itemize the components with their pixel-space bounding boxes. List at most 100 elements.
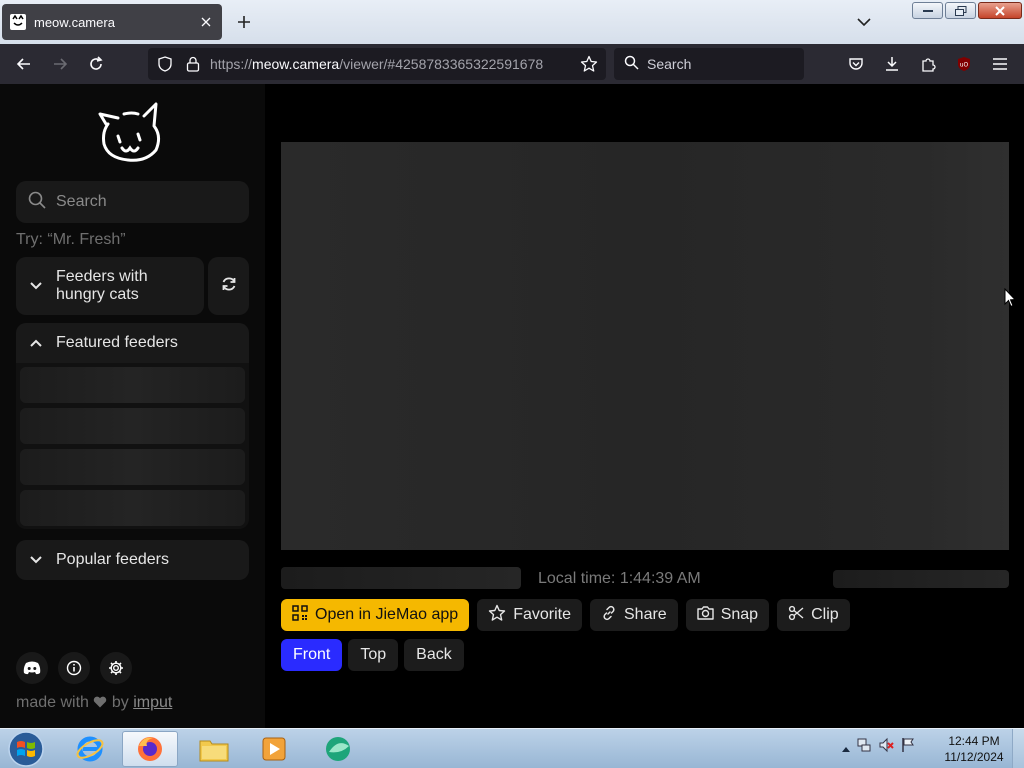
cat-favicon-icon — [10, 14, 26, 30]
start-button[interactable] — [4, 730, 48, 768]
sidebar: Try: “Mr. Fresh” Feeders with hungry cat… — [0, 84, 265, 728]
loading-placeholder — [20, 367, 245, 403]
refresh-icon — [221, 276, 237, 297]
made-with-text: made with — [16, 694, 89, 711]
svg-text:uO: uO — [960, 62, 969, 69]
loading-placeholder — [20, 449, 245, 485]
media-player-icon[interactable] — [246, 731, 302, 767]
clock-date: 11/12/2024 — [944, 750, 1004, 764]
show-hidden-icons-chevron-icon[interactable] — [842, 739, 850, 757]
internet-explorer-icon[interactable] — [62, 731, 118, 767]
forward-arrow-icon[interactable] — [46, 50, 74, 78]
windows-taskbar: 12:44 PM 11/12/2024 — [0, 728, 1024, 768]
windows-logo-icon — [8, 731, 44, 767]
popular-feeders-label: Popular feeders — [56, 551, 169, 568]
url-path: /viewer/#4258783365322591678 — [339, 56, 544, 72]
close-window-icon[interactable] — [978, 2, 1022, 19]
local-time: Local time: 1:44:39 AM — [538, 570, 701, 587]
settings-gear-icon[interactable] — [100, 652, 132, 684]
action-center-flag-icon[interactable] — [900, 737, 916, 758]
tracking-protection-shield-icon[interactable] — [148, 56, 182, 72]
volume-muted-icon[interactable] — [878, 737, 894, 758]
url-scheme: https:// — [210, 56, 253, 72]
loading-placeholder — [20, 490, 245, 526]
browser-search-box[interactable]: Search — [614, 48, 804, 80]
snap-button[interactable]: Snap — [685, 599, 770, 631]
open-in-jiemao-label: Open in JieMao app — [315, 606, 459, 623]
scissors-icon — [788, 605, 804, 626]
taskbar-clock[interactable]: 12:44 PM 11/12/2024 — [940, 733, 1008, 765]
info-icon[interactable] — [58, 652, 90, 684]
star-icon — [488, 604, 506, 627]
window-controls — [912, 2, 1022, 19]
reload-icon[interactable] — [82, 50, 110, 78]
page-content: Try: “Mr. Fresh” Feeders with hungry cat… — [0, 84, 1024, 728]
featured-feeders-list — [16, 363, 249, 529]
clip-button[interactable]: Clip — [777, 599, 850, 631]
address-bar[interactable]: https:// meow.camera /viewer/#4258783365… — [148, 48, 606, 80]
camera-video-player[interactable] — [281, 142, 1009, 550]
restore-icon[interactable] — [945, 2, 976, 19]
ublock-origin-icon[interactable]: uO — [950, 50, 978, 78]
bookmark-star-icon[interactable] — [580, 55, 598, 76]
close-tab-icon[interactable] — [194, 10, 218, 34]
system-tray — [842, 737, 916, 758]
discord-icon[interactable] — [16, 652, 48, 684]
feeder-search-input[interactable] — [56, 193, 226, 211]
meow-camera-logo-icon[interactable] — [98, 102, 166, 164]
show-desktop-button[interactable] — [1012, 729, 1024, 768]
search-icon — [28, 191, 46, 214]
viewer-action-bar: Open in JieMao app Favorite Share Snap C… — [281, 599, 850, 631]
link-icon — [601, 605, 617, 626]
made-with-credit: made with by imput — [16, 694, 172, 712]
feeder-info-row: Local time: 1:44:39 AM — [281, 567, 1009, 589]
hungry-cats-section-toggle[interactable]: Feeders with hungry cats — [16, 257, 204, 315]
pocket-icon[interactable] — [842, 50, 870, 78]
camera-view-selector: Front Top Back — [281, 639, 464, 671]
mouse-cursor-icon — [1004, 287, 1017, 313]
feeder-search-box[interactable] — [16, 181, 249, 223]
url-host: meow.camera — [252, 56, 340, 72]
app-globe-icon[interactable] — [310, 731, 366, 767]
new-tab-icon[interactable] — [232, 10, 256, 34]
firefox-taskbar-icon[interactable] — [122, 731, 178, 767]
view-top-button[interactable]: Top — [348, 639, 399, 671]
downloads-icon[interactable] — [878, 50, 906, 78]
lock-icon[interactable] — [182, 56, 204, 72]
minimize-icon[interactable] — [912, 2, 943, 19]
clip-label: Clip — [811, 606, 839, 623]
browser-tab[interactable]: meow.camera — [2, 4, 222, 40]
chevron-down-icon — [30, 551, 42, 569]
view-back-button[interactable]: Back — [404, 639, 464, 671]
share-label: Share — [624, 606, 667, 623]
file-explorer-icon[interactable] — [186, 731, 242, 767]
hamburger-menu-icon[interactable] — [986, 50, 1014, 78]
feeder-status-placeholder — [833, 570, 1009, 588]
browser-search-placeholder: Search — [647, 56, 692, 72]
back-arrow-icon[interactable] — [10, 50, 38, 78]
list-all-tabs-icon[interactable] — [852, 10, 876, 34]
view-front-button[interactable]: Front — [281, 639, 343, 671]
by-text: by — [111, 694, 129, 711]
search-hint: Try: “Mr. Fresh” — [16, 231, 126, 248]
heart-icon — [93, 694, 111, 711]
snap-label: Snap — [720, 606, 759, 623]
sidebar-footer-icons — [16, 652, 132, 684]
share-button[interactable]: Share — [590, 599, 678, 631]
extensions-puzzle-icon[interactable] — [914, 50, 942, 78]
network-icon[interactable] — [856, 737, 872, 758]
favorite-label: Favorite — [513, 606, 571, 623]
popular-feeders-section-toggle[interactable]: Popular feeders — [16, 540, 249, 580]
qr-code-icon — [292, 604, 308, 626]
open-in-jiemao-button[interactable]: Open in JieMao app — [281, 599, 470, 631]
camera-icon — [697, 605, 714, 625]
clock-time: 12:44 PM — [948, 734, 1000, 748]
feeder-name-placeholder — [281, 567, 521, 589]
imput-link[interactable]: imput — [133, 694, 172, 711]
refresh-hungry-button[interactable] — [208, 257, 249, 315]
loading-placeholder — [20, 408, 245, 444]
favorite-button[interactable]: Favorite — [477, 599, 582, 631]
tab-title: meow.camera — [34, 14, 115, 30]
featured-feeders-section-toggle[interactable]: Featured feeders — [16, 323, 249, 363]
search-icon — [624, 55, 639, 73]
